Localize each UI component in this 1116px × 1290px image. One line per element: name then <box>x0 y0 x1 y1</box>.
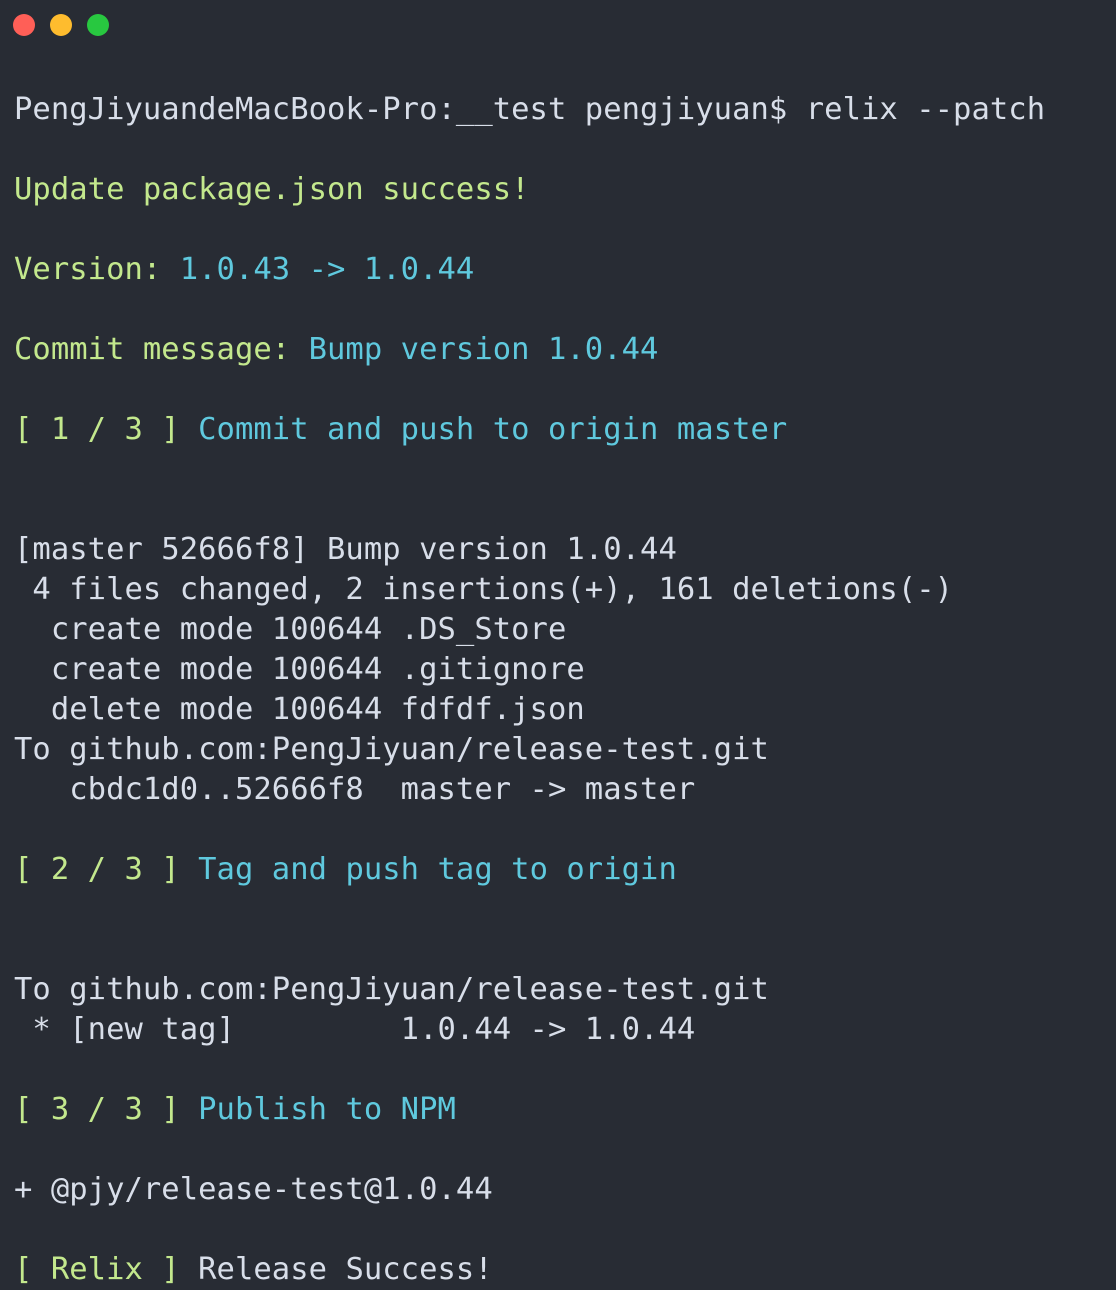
terminal-text-segment: To github.com:PengJiyuan/release-test.gi… <box>14 732 769 767</box>
terminal-text-segment: Release Success! <box>198 1252 493 1287</box>
terminal-line: + @pjy/release-test@1.0.44 <box>14 1170 1116 1210</box>
terminal-line: [master 52666f8] Bump version 1.0.44 <box>14 530 1116 570</box>
terminal-text-segment: delete mode 100644 fdfdf.json <box>14 692 585 727</box>
terminal-blank-line <box>14 890 1116 930</box>
window-titlebar <box>0 0 1116 50</box>
terminal-text-segment: * [new tag] 1.0.44 -> 1.0.44 <box>14 1012 696 1047</box>
terminal-text-segment: PengJiyuandeMacBook-Pro:__test pengjiyua… <box>14 92 1046 127</box>
minimize-window-button[interactable] <box>50 14 72 36</box>
terminal-line: Update package.json success! <box>14 170 1116 210</box>
terminal-text-segment: [ 3 / 3 ] <box>14 1092 199 1127</box>
terminal-line: Commit message: Bump version 1.0.44 <box>14 330 1116 370</box>
terminal-line: To github.com:PengJiyuan/release-test.gi… <box>14 970 1116 1010</box>
terminal-text-segment: Publish to NPM <box>198 1092 456 1127</box>
terminal-blank-line <box>14 1130 1116 1170</box>
terminal-blank-line <box>14 370 1116 410</box>
close-window-button[interactable] <box>13 14 35 36</box>
terminal-text-segment: To github.com:PengJiyuan/release-test.gi… <box>14 972 769 1007</box>
terminal-text-segment: Tag and push tag to origin <box>198 852 677 887</box>
terminal-text-segment: [ 1 / 3 ] <box>14 412 199 447</box>
terminal-text-segment: Commit message: <box>14 332 309 367</box>
terminal-line: [ 1 / 3 ] Commit and push to origin mast… <box>14 410 1116 450</box>
terminal-text-segment: [ Relix ] <box>14 1252 199 1287</box>
terminal-text-segment: [ 2 / 3 ] <box>14 852 199 887</box>
terminal-line: 4 files changed, 2 insertions(+), 161 de… <box>14 570 1116 610</box>
terminal-line: To github.com:PengJiyuan/release-test.gi… <box>14 730 1116 770</box>
terminal-line: Version: 1.0.43 -> 1.0.44 <box>14 250 1116 290</box>
terminal-window: PengJiyuandeMacBook-Pro:__test pengjiyua… <box>0 0 1116 1287</box>
terminal-line: [ 2 / 3 ] Tag and push tag to origin <box>14 850 1116 890</box>
terminal-line: delete mode 100644 fdfdf.json <box>14 690 1116 730</box>
terminal-blank-line <box>14 930 1116 970</box>
terminal-blank-line <box>14 810 1116 850</box>
terminal-text-segment: Commit and push to origin master <box>198 412 788 447</box>
terminal-text-segment: cbdc1d0..52666f8 master -> master <box>14 772 696 807</box>
terminal-text-segment: Version: <box>14 252 180 287</box>
terminal-text-segment: 1.0.43 -> 1.0.44 <box>179 252 475 287</box>
terminal-text-segment: Bump version 1.0.44 <box>308 332 659 367</box>
terminal-blank-line <box>14 210 1116 250</box>
terminal-text-segment: create mode 100644 .DS_Store <box>14 612 567 647</box>
terminal-blank-line <box>14 1210 1116 1250</box>
terminal-line: PengJiyuandeMacBook-Pro:__test pengjiyua… <box>14 90 1116 130</box>
terminal-output[interactable]: PengJiyuandeMacBook-Pro:__test pengjiyua… <box>0 50 1116 1290</box>
terminal-blank-line <box>14 130 1116 170</box>
terminal-text-segment: [master 52666f8] Bump version 1.0.44 <box>14 532 677 567</box>
terminal-blank-line <box>14 450 1116 490</box>
terminal-blank-line <box>14 50 1116 90</box>
terminal-text-segment: create mode 100644 .gitignore <box>14 652 585 687</box>
terminal-line: * [new tag] 1.0.44 -> 1.0.44 <box>14 1010 1116 1050</box>
terminal-line: create mode 100644 .DS_Store <box>14 610 1116 650</box>
terminal-text-segment: + @pjy/release-test@1.0.44 <box>14 1172 493 1207</box>
terminal-line: cbdc1d0..52666f8 master -> master <box>14 770 1116 810</box>
terminal-blank-line <box>14 1050 1116 1090</box>
terminal-line: create mode 100644 .gitignore <box>14 650 1116 690</box>
terminal-line: [ 3 / 3 ] Publish to NPM <box>14 1090 1116 1130</box>
terminal-line: [ Relix ] Release Success! <box>14 1250 1116 1290</box>
terminal-blank-line <box>14 490 1116 530</box>
terminal-text-segment: 4 files changed, 2 insertions(+), 161 de… <box>14 572 954 607</box>
terminal-blank-line <box>14 290 1116 330</box>
maximize-window-button[interactable] <box>87 14 109 36</box>
terminal-text-segment: Update package.json success! <box>14 172 530 207</box>
